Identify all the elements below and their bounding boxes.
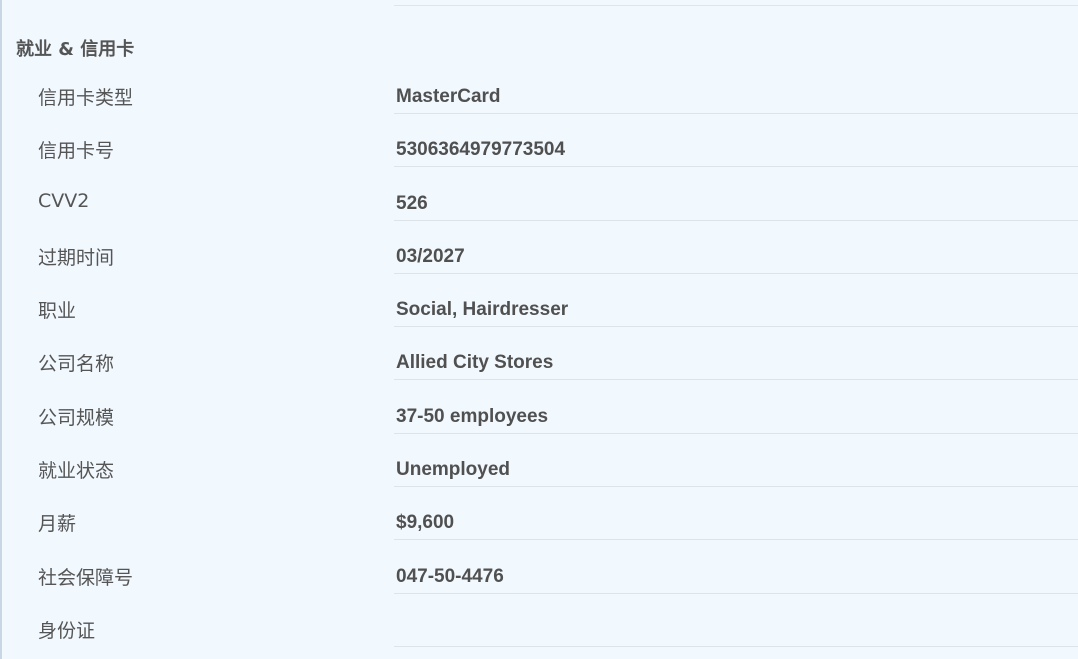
field-value[interactable]: 03/2027 [396,246,465,268]
row-divider [394,486,1078,488]
row-id-card: 身份证 [2,603,1078,656]
section-title: 就业 & 信用卡 [16,39,135,60]
row-divider [394,432,1078,434]
field-label: CVV2 [38,189,90,212]
row-divider [394,272,1078,274]
field-label: 信用卡类型 [38,87,134,109]
row-credit-card-type: 信用卡类型 MasterCard [2,70,1078,123]
field-label: 身份证 [38,619,96,642]
row-divider [394,326,1078,328]
row-divider [394,539,1078,541]
row-cvv2: CVV2 526 [2,177,1078,230]
row-divider [394,645,1078,647]
top-divider [394,5,1078,6]
row-expiry-date: 过期时间 03/2027 [2,230,1078,283]
field-label: 公司名称 [38,353,115,376]
row-divider [394,592,1078,594]
row-credit-card-number: 信用卡号 5306364979773504 [2,123,1078,176]
field-value[interactable]: MasterCard [396,86,501,108]
field-label: 职业 [38,300,77,323]
row-divider [394,166,1078,168]
field-value[interactable]: 047-50-4476 [396,566,504,588]
row-divider [394,219,1078,221]
field-label: 月薪 [38,513,77,536]
field-label: 就业状态 [38,460,115,483]
row-social-security-number: 社会保障号 047-50-4476 [2,550,1078,603]
field-label: 过期时间 [38,246,115,269]
field-value[interactable]: Allied City Stores [396,352,553,374]
row-employment-status: 就业状态 Unemployed [2,443,1078,496]
row-divider [394,113,1078,114]
field-label: 公司规模 [38,406,115,429]
row-company-size: 公司规模 37-50 employees [2,390,1078,443]
field-value[interactable]: Social, Hairdresser [396,299,568,321]
field-value[interactable]: 5306364979773504 [396,139,565,161]
field-label: 社会保障号 [38,566,134,589]
row-divider [394,379,1078,381]
detail-list: 信用卡类型 MasterCard 信用卡号 5306364979773504 C… [2,70,1078,656]
row-company-name: 公司名称 Allied City Stores [2,336,1078,389]
employment-credit-card-panel: 就业 & 信用卡 信用卡类型 MasterCard 信用卡号 530636497… [0,0,1078,659]
row-occupation: 职业 Social, Hairdresser [2,283,1078,336]
field-label: 信用卡号 [38,140,115,163]
field-value[interactable]: 37-50 employees [396,406,548,428]
row-monthly-salary: 月薪 $9,600 [2,496,1078,549]
field-value[interactable]: Unemployed [396,459,510,481]
field-value[interactable]: 526 [396,193,428,215]
field-value[interactable]: $9,600 [396,512,454,534]
